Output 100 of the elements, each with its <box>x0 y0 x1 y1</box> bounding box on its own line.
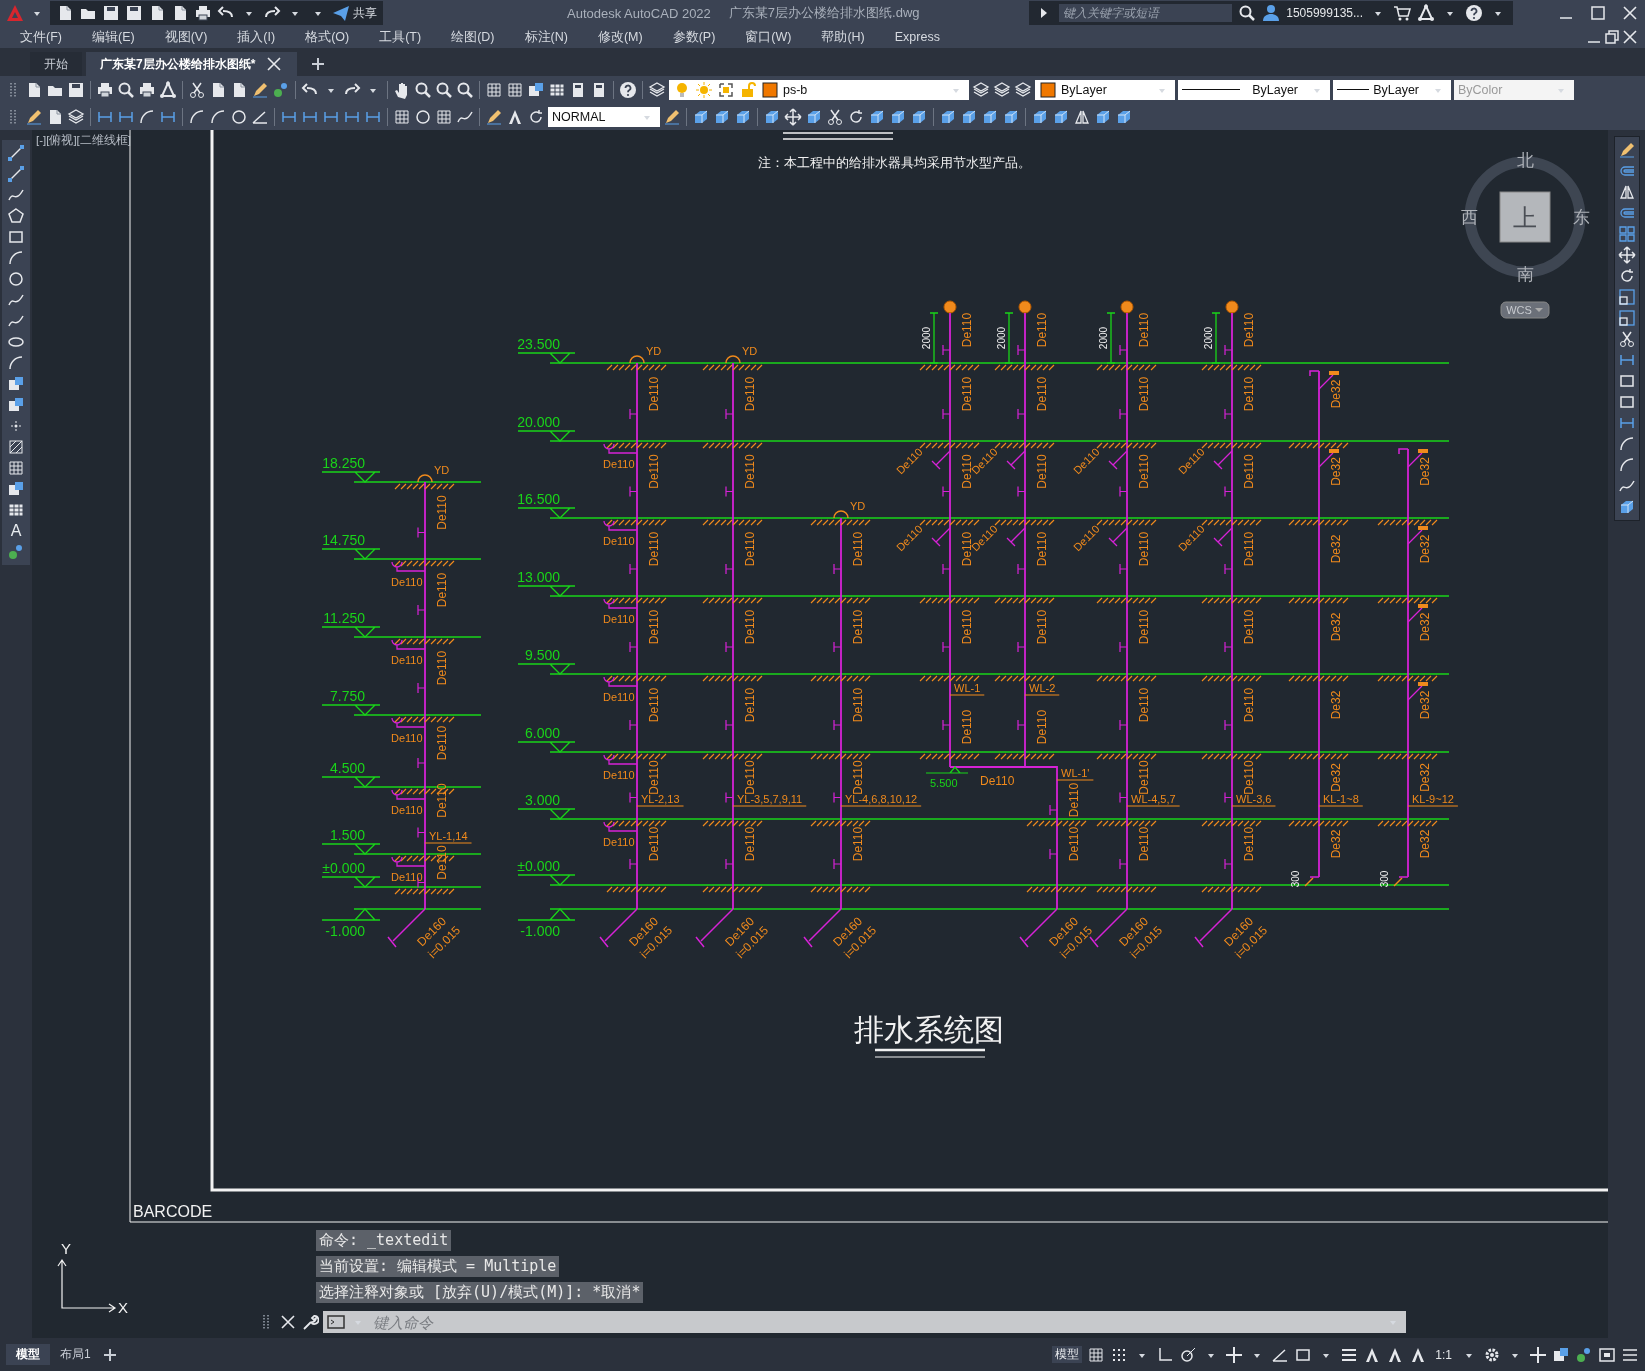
pipe-size-label: De110 <box>1242 454 1256 489</box>
pipe-size-label: De110 <box>391 732 423 744</box>
pipe-size-label: De110 <box>435 572 449 608</box>
pipe-size-label: De110 <box>1137 826 1151 862</box>
elevation-label: 4.500 <box>329 760 365 776</box>
pipe-size-label: De110 <box>960 312 974 348</box>
layout-tab[interactable]: 模型 <box>6 1344 50 1365</box>
dimension-label: 2000 <box>996 326 1007 350</box>
pipe-size-label: De110 <box>1137 312 1151 348</box>
pipe-size-label: De32 <box>1329 612 1343 642</box>
drain-label: YD <box>646 345 662 357</box>
pipe-size-label: De110 <box>603 458 635 470</box>
lineweight-dropdown[interactable]: ByLayer <box>1333 79 1451 100</box>
pipe-size-label: De110 <box>647 531 661 567</box>
pipe-size-label: De110 <box>851 531 865 567</box>
linetype-dropdown[interactable]: ByLayer <box>1178 79 1330 100</box>
pipe-size-label: De32 <box>1329 690 1343 720</box>
pipe-size-label: De110 <box>1035 609 1049 645</box>
pipe-size-label: De32 <box>1418 829 1432 859</box>
pipe-size-label: De110 <box>435 845 449 880</box>
menu-item[interactable]: 修改(M) <box>583 28 659 46</box>
pipe-size-label: De110 <box>1137 531 1151 567</box>
elevation-label: 23.500 <box>517 336 560 352</box>
pipe-size-label: De110 <box>1067 826 1081 862</box>
pipe-size-label: De110 <box>647 609 661 645</box>
menu-item[interactable]: 编辑(E) <box>77 28 151 46</box>
pipe-size-label: De110 <box>851 609 865 645</box>
pipe-size-label: De110 <box>1137 609 1151 645</box>
riser-tag-label: YL-1,14 <box>429 830 468 842</box>
pipe-size-label: De110 <box>603 613 635 625</box>
pipe-size-label: De110 <box>1137 687 1151 723</box>
compass-label[interactable]: 南 <box>1516 265 1534 284</box>
annotation-scale-button[interactable]: 1:1 <box>1432 1347 1455 1362</box>
model-space-button[interactable]: 模型 <box>1052 1346 1083 1363</box>
document-tab[interactable]: 广东某7层办公楼给排水图纸* <box>86 52 298 76</box>
menu-item[interactable]: 标注(N) <box>510 28 584 46</box>
file-name: 广东某7层办公楼给排水图纸.dwg <box>728 4 920 22</box>
elevation-label: 5.500 <box>930 777 958 789</box>
menu-item[interactable]: 插入(I) <box>223 28 292 46</box>
pipe-size-label: De110 <box>435 650 449 686</box>
pipe-size-label: De110 <box>1137 454 1151 489</box>
menu-item[interactable]: 参数(P) <box>658 28 732 46</box>
pipe-size-label: De110 <box>647 687 661 723</box>
menu-item[interactable]: 视图(V) <box>150 28 224 46</box>
riser-tag-label: WL-1' <box>1061 767 1090 779</box>
pipe-size-label: De110 <box>960 609 974 645</box>
riser-tag-label: KL-1~8 <box>1323 793 1359 805</box>
menu-item[interactable]: 格式(O) <box>291 28 366 46</box>
compass-label[interactable]: 西 <box>1460 208 1478 227</box>
menu-item[interactable]: 帮助(H) <box>807 28 881 46</box>
pipe-size-label: De110 <box>647 454 661 489</box>
pipe-size-label: De32 <box>1329 829 1343 859</box>
compass-label[interactable]: 北 <box>1516 151 1534 170</box>
pipe-size-label: De110 <box>1035 312 1049 348</box>
pipe-size-label: De110 <box>1035 709 1049 745</box>
menu-item[interactable]: 窗口(W) <box>731 28 808 46</box>
view-face-label: 上 <box>1513 204 1537 231</box>
layer-dropdown[interactable]: ps-b <box>669 79 969 100</box>
riser-tag-label: YL-3,5,7,9,11 <box>737 793 803 805</box>
pipe-size-label: De110 <box>647 376 661 412</box>
elevation-label: 20.000 <box>517 414 560 430</box>
document-tab[interactable]: 开始 <box>30 52 82 76</box>
pipe-size-label: De32 <box>1418 457 1432 486</box>
user-name[interactable]: 1505999135... <box>1286 6 1363 20</box>
menu-item[interactable]: Express <box>880 30 956 44</box>
pipe-size-label: De110 <box>851 826 865 862</box>
drawing-title: 排水系统图 <box>854 1013 1004 1046</box>
menu-item[interactable]: 文件(F) <box>6 28 78 46</box>
pipe-size-label: De110 <box>603 535 635 547</box>
compass-label[interactable]: 东 <box>1572 208 1590 227</box>
share-button[interactable]: 共享 <box>332 4 377 22</box>
menu-item[interactable]: 绘图(D) <box>437 28 511 46</box>
riser-tag-label: KL-9~12 <box>1412 793 1454 805</box>
text-style-dropdown[interactable]: NORMAL <box>548 106 660 127</box>
barcode-label: BARCODE <box>133 1203 213 1220</box>
menu-item[interactable]: 工具(T) <box>365 28 438 46</box>
text-tool-button[interactable]: A <box>10 522 22 540</box>
viewport-controls[interactable]: [-][俯视][二维线框] <box>36 133 131 148</box>
pipe-size-label: De110 <box>1035 454 1049 489</box>
pipe-size-label: De110 <box>435 725 449 761</box>
pipe-size-label: De110 <box>1242 760 1256 795</box>
dimension-label: 2000 <box>1203 326 1214 350</box>
pipe-size-label: De110 <box>603 769 635 781</box>
elevation-label: 16.500 <box>517 491 560 507</box>
pipe-size-label: De110 <box>1035 531 1049 567</box>
elevation-label: -1.000 <box>325 923 365 939</box>
elevation-label: 14.750 <box>322 532 365 548</box>
riser-tag-label: WL-3,6 <box>1236 793 1272 805</box>
drain-label: YD <box>434 464 450 476</box>
search-field[interactable]: 键入关键字或短语 <box>1059 4 1233 22</box>
pipe-size-label: De110 <box>435 495 449 530</box>
pipe-size-label: De32 <box>1418 690 1432 720</box>
color-dropdown[interactable]: ByLayer <box>1035 79 1175 100</box>
pipe-size-label: De110 <box>743 376 757 412</box>
pipe-size-label: De110 <box>391 654 423 666</box>
pipe-size-label: De110 <box>1242 687 1256 723</box>
pipe-size-label: De110 <box>647 760 661 795</box>
pipe-size-label: De110 <box>1242 609 1256 645</box>
pipe-size-label: De110 <box>1242 531 1256 567</box>
command-field[interactable]: 键入命令 <box>371 1312 1380 1332</box>
